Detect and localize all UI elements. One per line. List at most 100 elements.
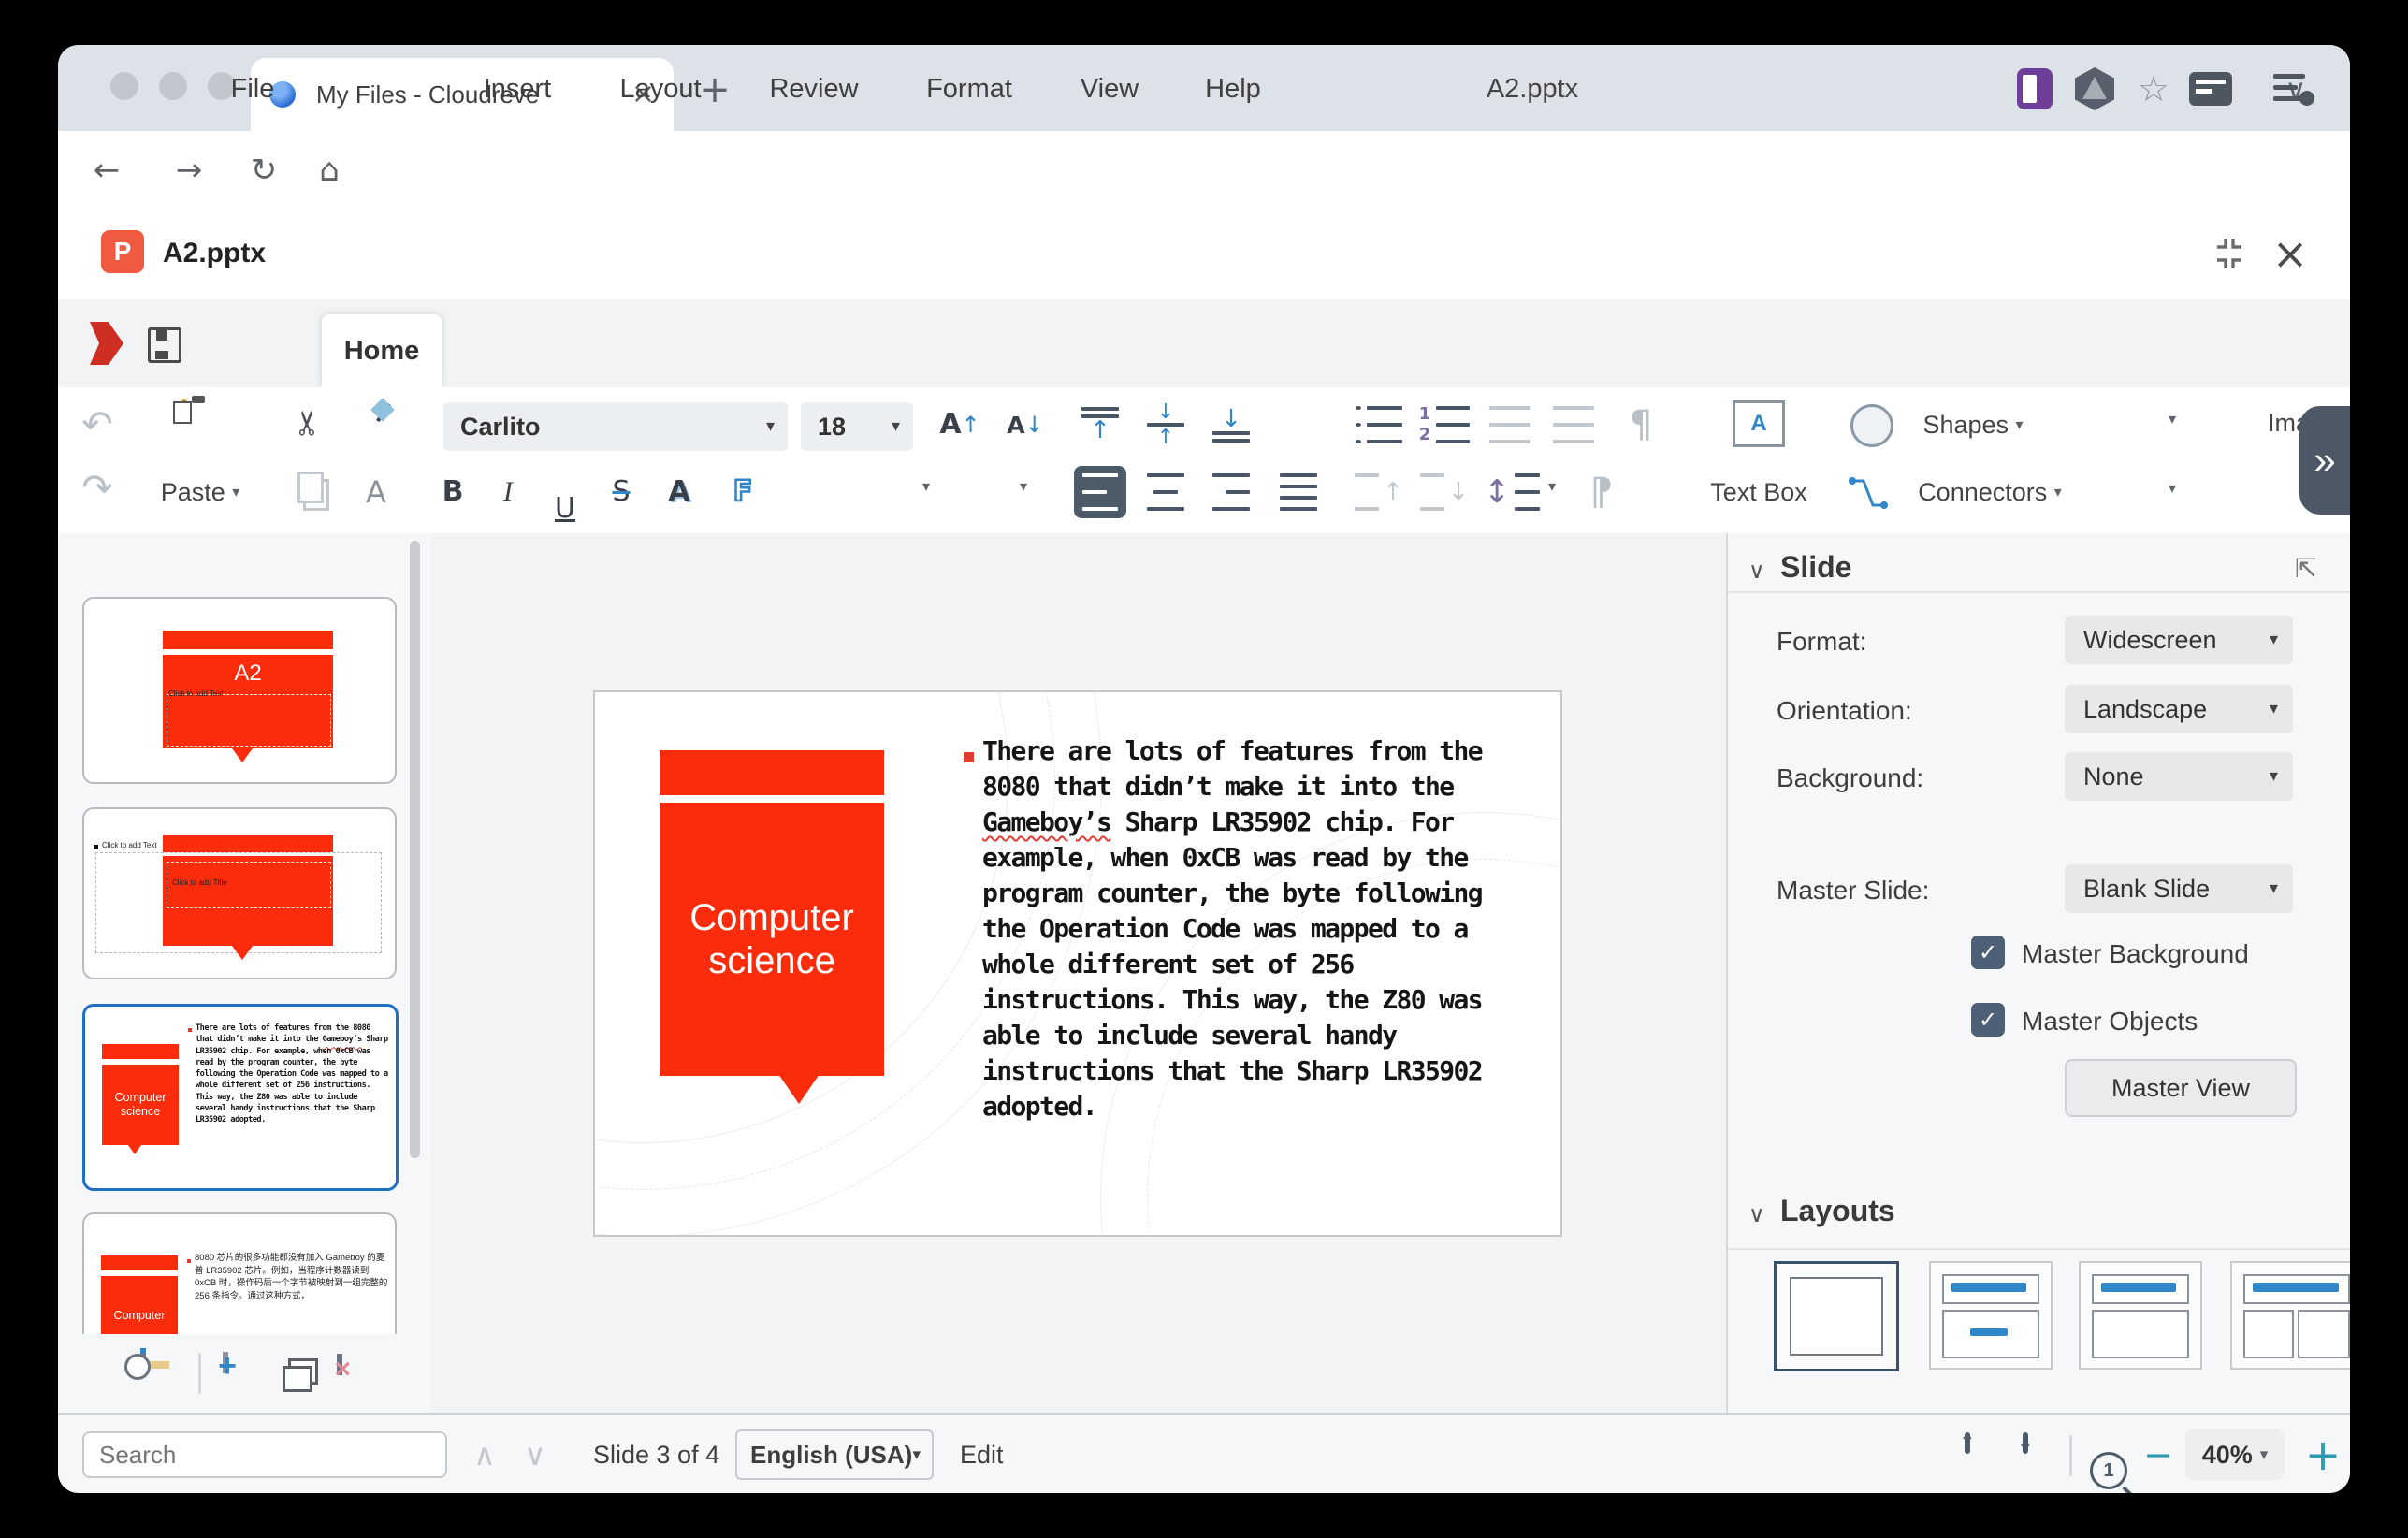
align-bottom-icon[interactable]: ↓ bbox=[1205, 400, 1257, 449]
align-right-icon[interactable] bbox=[1205, 470, 1257, 515]
layout-blank-selected[interactable] bbox=[1774, 1261, 1899, 1371]
menu-help[interactable]: Help bbox=[1196, 45, 1270, 133]
traffic-minimize-icon[interactable] bbox=[159, 72, 187, 100]
connectors-button[interactable]: Connectors ▾ bbox=[1899, 472, 2081, 513]
font-effects-icon[interactable]: F bbox=[717, 472, 769, 513]
slide-fill-caret-icon[interactable]: ▾ bbox=[2161, 412, 2183, 427]
slide-thumbnail-2[interactable]: Click to add Text Click to add Title bbox=[82, 807, 397, 979]
underline-icon[interactable]: U bbox=[541, 488, 589, 530]
menu-file[interactable]: File bbox=[223, 45, 283, 133]
zoom-in-icon[interactable]: + bbox=[2299, 1415, 2346, 1493]
zoom-level-dropdown[interactable]: 40% ▾ bbox=[2185, 1429, 2285, 1480]
panel-theme-icon[interactable] bbox=[2017, 45, 2053, 133]
more-toolbar-button[interactable]: » bbox=[2299, 406, 2350, 515]
align-top-icon[interactable]: ↑ bbox=[1074, 400, 1126, 449]
search-input[interactable] bbox=[82, 1431, 447, 1478]
slide-title-bar[interactable] bbox=[660, 750, 884, 795]
exit-fullscreen-icon[interactable] bbox=[2212, 236, 2247, 271]
slide-title-box[interactable]: Computer science bbox=[660, 803, 884, 1076]
menu-format[interactable]: Format bbox=[922, 45, 1016, 133]
strikethrough-icon[interactable]: S bbox=[597, 472, 646, 513]
numbered-list-icon[interactable]: 12 bbox=[1418, 402, 1471, 447]
forward-icon[interactable]: → bbox=[167, 131, 211, 210]
decrease-font-icon[interactable]: A↓ bbox=[995, 402, 1055, 447]
shape-fill-caret-icon[interactable]: ▾ bbox=[2161, 481, 2183, 496]
menu-home-active[interactable]: Home bbox=[322, 314, 442, 387]
menu-view[interactable]: View bbox=[1074, 45, 1145, 133]
decrease-indent-icon[interactable] bbox=[1484, 402, 1536, 447]
panel-expand-icon[interactable]: ⇱ bbox=[2295, 556, 2316, 582]
insert-paragraph-icon[interactable]: ¶ bbox=[1615, 402, 1667, 447]
font-color-caret-icon[interactable]: ▾ bbox=[1012, 479, 1035, 494]
increase-font-icon[interactable]: A↑ bbox=[930, 402, 990, 447]
align-left-icon-active[interactable] bbox=[1074, 466, 1126, 518]
favorites-star-icon[interactable]: ☆ bbox=[2133, 45, 2174, 133]
bold-icon[interactable]: B bbox=[428, 472, 477, 513]
about-user-icon[interactable] bbox=[2273, 45, 2314, 133]
increase-indent-icon[interactable] bbox=[1547, 402, 1600, 447]
layout-title-only[interactable] bbox=[2079, 1261, 2202, 1370]
save-icon[interactable] bbox=[148, 327, 181, 363]
line-spacing-caret-icon[interactable]: ▾ bbox=[1542, 479, 1562, 494]
redo-icon[interactable]: ↷ bbox=[71, 468, 123, 509]
paste-button[interactable]: Paste ▾ bbox=[144, 473, 256, 511]
font-size-select[interactable]: 18▾ bbox=[801, 402, 913, 451]
justify-icon[interactable] bbox=[1272, 470, 1325, 515]
move-up-icon[interactable]: ↑ bbox=[1353, 470, 1405, 515]
thumbnails-scrollbar[interactable] bbox=[410, 541, 420, 1158]
orientation-dropdown[interactable]: Landscape▾ bbox=[2065, 685, 2293, 733]
text-box-button[interactable]: Text Box bbox=[1701, 472, 1817, 513]
zoom-out-icon[interactable]: − bbox=[2137, 1415, 2180, 1493]
master-background-checkbox[interactable]: ✓ bbox=[1971, 936, 2005, 969]
cut-icon[interactable]: ✂ bbox=[288, 397, 329, 449]
layout-two-content[interactable] bbox=[2230, 1261, 2350, 1370]
zoom-100-icon[interactable]: 1 bbox=[2090, 1452, 2127, 1489]
connectors-icon[interactable] bbox=[1847, 473, 1890, 513]
start-slideshow-icon[interactable] bbox=[140, 1354, 146, 1375]
layout-title-content[interactable] bbox=[1929, 1261, 2053, 1370]
layouts-section-chevron-icon[interactable]: ∨ bbox=[1748, 1203, 1765, 1226]
reload-icon[interactable]: ↻ bbox=[241, 131, 286, 210]
line-spacing-icon[interactable]: ↕ bbox=[1484, 470, 1540, 515]
current-slide[interactable]: Computer science There are lots of featu… bbox=[593, 690, 1562, 1237]
gem-plugin-icon[interactable] bbox=[2075, 45, 2114, 133]
move-down-icon[interactable]: ↓ bbox=[1418, 470, 1471, 515]
delete-slide-icon[interactable]: × bbox=[337, 1354, 342, 1375]
font-name-select[interactable]: Carlito▾ bbox=[443, 402, 788, 451]
align-middle-icon[interactable]: ↓ ↑ bbox=[1139, 400, 1192, 449]
browser-tab[interactable]: My Files - Cloudreve × bbox=[251, 58, 674, 131]
highlight-caret-icon[interactable]: ▾ bbox=[915, 479, 937, 494]
fit-slide-icon[interactable]: ↑ bbox=[1965, 1432, 1970, 1454]
master-slide-dropdown[interactable]: Blank Slide▾ bbox=[2065, 864, 2293, 913]
slide-thumbnail-3-selected[interactable]: Computer science There are lots of featu… bbox=[82, 1004, 399, 1191]
find-previous-icon[interactable]: ∧ bbox=[462, 1415, 507, 1493]
slide-thumbnail-1[interactable]: A2 Click to add Text bbox=[82, 597, 397, 784]
slide-body-text[interactable]: There are lots of features from the 8080… bbox=[982, 733, 1508, 1124]
shapes-icon[interactable] bbox=[1850, 404, 1893, 447]
find-next-icon[interactable]: ∨ bbox=[513, 1415, 558, 1493]
back-icon[interactable]: ← bbox=[84, 131, 129, 210]
viewer-close-icon[interactable]: × bbox=[2262, 210, 2318, 297]
new-slide-icon[interactable]: + bbox=[223, 1352, 228, 1373]
card-plugin-icon[interactable] bbox=[2189, 45, 2232, 133]
home-icon[interactable]: ⌂ bbox=[307, 131, 352, 210]
menu-layout[interactable]: Layout bbox=[616, 45, 705, 133]
align-center-icon[interactable] bbox=[1139, 470, 1192, 515]
master-view-button[interactable]: Master View bbox=[2065, 1059, 2297, 1117]
fit-width-icon[interactable]: ↓ bbox=[2023, 1432, 2028, 1454]
italic-icon[interactable]: I bbox=[485, 472, 531, 513]
background-dropdown[interactable]: None▾ bbox=[2065, 752, 2293, 801]
master-objects-checkbox[interactable]: ✓ bbox=[1971, 1003, 2005, 1037]
clear-style-icon[interactable]: A bbox=[350, 472, 402, 513]
undo-icon[interactable]: ↶ bbox=[71, 404, 123, 445]
slide-thumbnail-4[interactable]: Computer 8080 芯片的很多功能都没有加入 Gameboy 的夏普 L… bbox=[82, 1212, 397, 1334]
paste-icon[interactable] bbox=[181, 399, 187, 421]
superscript-icon[interactable]: A bbox=[655, 472, 704, 513]
shapes-button[interactable]: Shapes ▾ bbox=[1903, 402, 2043, 447]
menu-insert[interactable]: Insert bbox=[475, 45, 559, 133]
format-dropdown[interactable]: Widescreen▾ bbox=[2065, 616, 2293, 664]
bullet-list-icon[interactable] bbox=[1353, 402, 1405, 447]
text-box-icon[interactable]: A bbox=[1733, 400, 1785, 447]
slide-section-chevron-icon[interactable]: ∨ bbox=[1748, 559, 1765, 582]
traffic-close-icon[interactable] bbox=[110, 72, 138, 100]
